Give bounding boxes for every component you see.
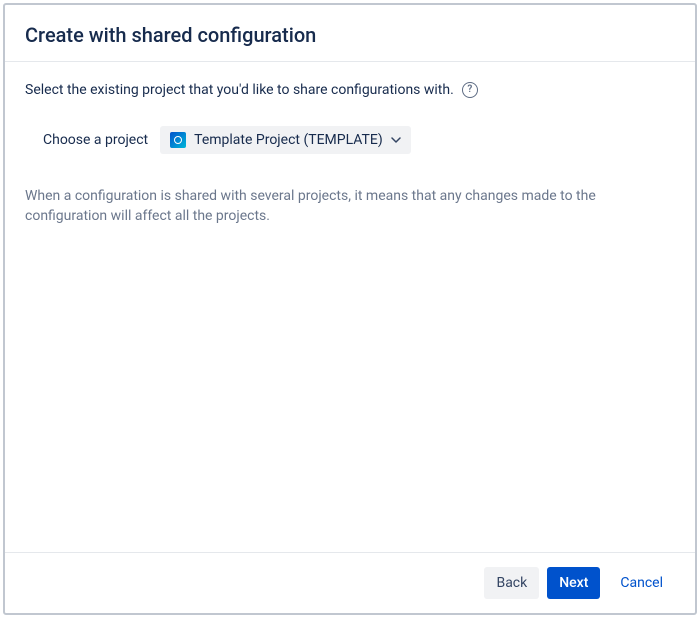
project-select-value: Template Project (TEMPLATE): [194, 132, 383, 148]
back-button[interactable]: Back: [484, 567, 539, 599]
project-select[interactable]: Template Project (TEMPLATE): [160, 126, 411, 154]
dialog-footer: Back Next Cancel: [5, 552, 695, 613]
dialog-header: Create with shared configuration: [5, 5, 695, 62]
config-description: When a configuration is shared with seve…: [25, 186, 675, 227]
instruction-row: Select the existing project that you'd l…: [25, 82, 675, 98]
dialog-title: Create with shared configuration: [25, 23, 675, 47]
chevron-down-icon: [391, 137, 401, 143]
help-icon[interactable]: ?: [462, 82, 478, 98]
create-shared-config-dialog: Create with shared configuration Select …: [3, 3, 697, 615]
next-button[interactable]: Next: [547, 567, 600, 599]
dialog-body: Select the existing project that you'd l…: [5, 62, 695, 552]
cancel-button[interactable]: Cancel: [608, 567, 675, 599]
project-field-label: Choose a project: [43, 132, 148, 148]
project-field-row: Choose a project Template Project (TEMPL…: [43, 126, 675, 154]
instruction-text: Select the existing project that you'd l…: [25, 82, 454, 98]
project-avatar-icon: [170, 132, 186, 148]
